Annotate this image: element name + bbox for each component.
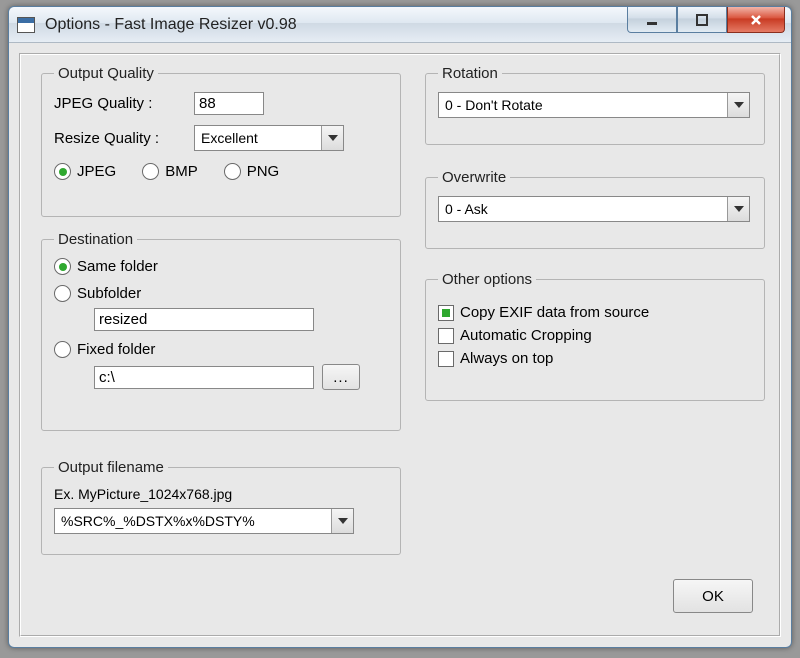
close-button[interactable] xyxy=(727,7,785,33)
minimize-icon xyxy=(645,13,659,27)
radio-icon xyxy=(54,285,71,302)
rotation-group: Rotation 0 - Don't Rotate xyxy=(425,65,765,145)
chevron-down-icon xyxy=(321,126,343,150)
titlebar[interactable]: Options - Fast Image Resizer v0.98 xyxy=(9,7,791,43)
filename-pattern-select[interactable]: %SRC%_%DSTX%x%DSTY% xyxy=(54,508,354,534)
destination-legend: Destination xyxy=(54,231,137,248)
filename-pattern-value: %SRC%_%DSTX%x%DSTY% xyxy=(61,513,255,529)
inner-panel: Output Quality JPEG Quality : Resize Qua… xyxy=(19,53,781,637)
ok-button[interactable]: OK xyxy=(673,579,753,613)
fixed-folder-input[interactable] xyxy=(94,366,314,389)
rotation-select[interactable]: 0 - Don't Rotate xyxy=(438,92,750,118)
radio-icon xyxy=(54,341,71,358)
format-bmp-radio[interactable]: BMP xyxy=(142,163,198,180)
resize-quality-value: Excellent xyxy=(201,130,258,146)
subfolder-radio[interactable]: Subfolder xyxy=(54,285,388,302)
checkbox-icon xyxy=(438,328,454,344)
overwrite-select[interactable]: 0 - Ask xyxy=(438,196,750,222)
app-icon xyxy=(17,17,35,33)
auto-crop-checkbox[interactable]: Automatic Cropping xyxy=(438,327,752,344)
other-options-group: Other options Copy EXIF data from source… xyxy=(425,271,765,401)
radio-icon xyxy=(142,163,159,180)
rotation-value: 0 - Don't Rotate xyxy=(445,97,543,113)
browse-button[interactable]: ... xyxy=(322,364,360,390)
radio-icon xyxy=(54,163,71,180)
resize-quality-select[interactable]: Excellent xyxy=(194,125,344,151)
resize-quality-label: Resize Quality : xyxy=(54,130,194,147)
jpeg-quality-label: JPEG Quality : xyxy=(54,95,194,112)
checkbox-icon xyxy=(438,305,454,321)
jpeg-quality-input[interactable] xyxy=(194,92,264,115)
output-filename-group: Output filename Ex. MyPicture_1024x768.j… xyxy=(41,459,401,555)
options-window: Options - Fast Image Resizer v0.98 Outpu… xyxy=(8,6,792,648)
subfolder-input[interactable] xyxy=(94,308,314,331)
always-on-top-checkbox[interactable]: Always on top xyxy=(438,350,752,367)
maximize-button[interactable] xyxy=(677,7,727,33)
format-png-radio[interactable]: PNG xyxy=(224,163,280,180)
rotation-legend: Rotation xyxy=(438,65,502,82)
window-controls xyxy=(627,7,785,33)
client-area: Output Quality JPEG Quality : Resize Qua… xyxy=(9,43,791,647)
filename-example: Ex. MyPicture_1024x768.jpg xyxy=(54,486,388,502)
overwrite-legend: Overwrite xyxy=(438,169,510,186)
output-filename-legend: Output filename xyxy=(54,459,168,476)
same-folder-radio[interactable]: Same folder xyxy=(54,258,388,275)
fixed-folder-radio[interactable]: Fixed folder xyxy=(54,341,388,358)
chevron-down-icon xyxy=(727,93,749,117)
radio-icon xyxy=(54,258,71,275)
chevron-down-icon xyxy=(727,197,749,221)
radio-icon xyxy=(224,163,241,180)
maximize-icon xyxy=(695,13,709,27)
overwrite-value: 0 - Ask xyxy=(445,201,488,217)
minimize-button[interactable] xyxy=(627,7,677,33)
copy-exif-checkbox[interactable]: Copy EXIF data from source xyxy=(438,304,752,321)
output-quality-legend: Output Quality xyxy=(54,65,158,82)
close-icon xyxy=(749,13,763,27)
overwrite-group: Overwrite 0 - Ask xyxy=(425,169,765,249)
window-title: Options - Fast Image Resizer v0.98 xyxy=(45,16,297,34)
checkbox-icon xyxy=(438,351,454,367)
other-options-legend: Other options xyxy=(438,271,536,288)
chevron-down-icon xyxy=(331,509,353,533)
destination-group: Destination Same folder Subfolder Fixed … xyxy=(41,231,401,431)
format-jpeg-radio[interactable]: JPEG xyxy=(54,163,116,180)
output-quality-group: Output Quality JPEG Quality : Resize Qua… xyxy=(41,65,401,217)
